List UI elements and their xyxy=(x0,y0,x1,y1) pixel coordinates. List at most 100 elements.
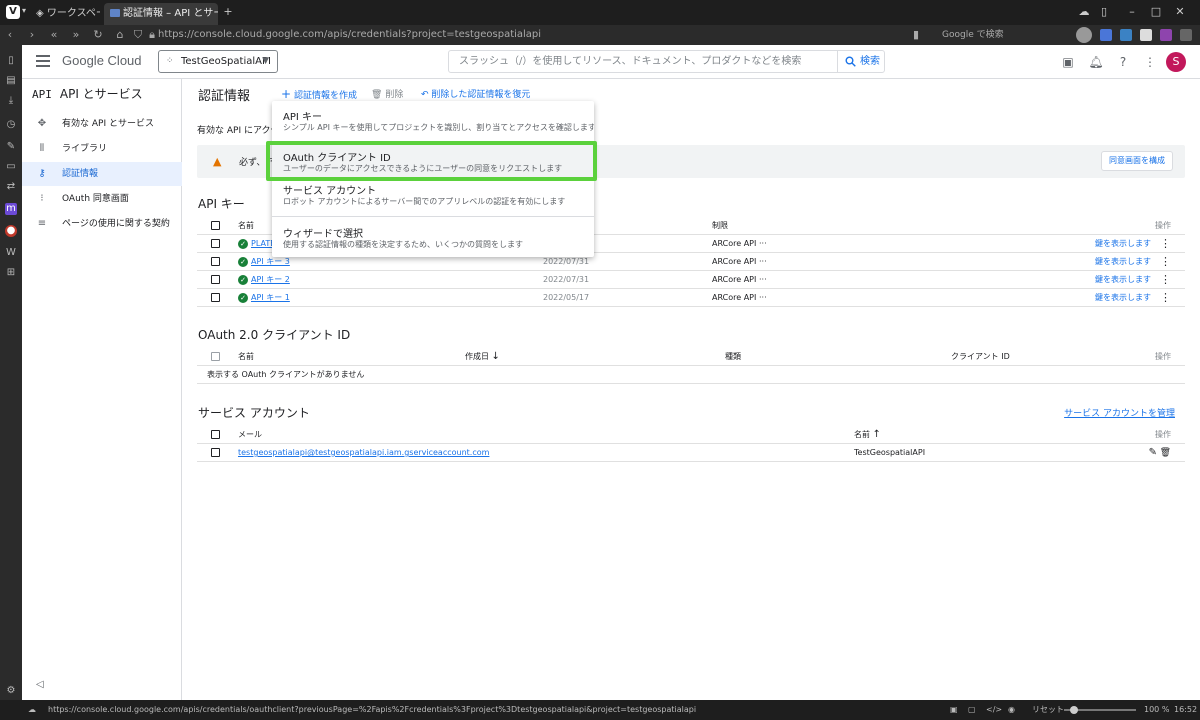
address-input[interactable]: https://console.cloud.google.com/apis/cr… xyxy=(158,28,541,42)
menu-caret-icon[interactable]: ▾ xyxy=(22,6,26,15)
delete-button[interactable]: 🗑︎ 削除 xyxy=(371,87,403,100)
tab-workspace[interactable]: ◈ ワークスペース ▾ xyxy=(36,3,100,25)
reload-icon[interactable]: ↻ xyxy=(90,27,106,43)
more-restrictions-icon[interactable]: ··· xyxy=(759,271,767,289)
home-icon[interactable]: ⌂ xyxy=(112,27,128,43)
zoom-reset[interactable]: リセット xyxy=(1032,700,1064,720)
show-key-link[interactable]: 鍵を表示します xyxy=(1095,289,1151,307)
notifications-bell-icon[interactable]: 🔔︎ xyxy=(1088,54,1104,70)
more-vert-icon[interactable]: ⋮ xyxy=(1142,54,1158,70)
api-key-name-link[interactable]: API キー 2 xyxy=(251,271,290,289)
sidenav-item-library[interactable]: ⦀ ライブラリ xyxy=(22,137,182,161)
capture-icon[interactable]: ◉ xyxy=(1008,700,1015,720)
project-picker-button[interactable]: ⁘ TestGeoSpatialAPI ▼ xyxy=(158,50,278,73)
console-search-input[interactable]: スラッシュ（/）を使用してリソース、ドキュメント、プロダクトなどを検索 xyxy=(448,50,838,73)
configure-consent-button[interactable]: 同意画面を構成 xyxy=(1101,151,1173,171)
extension-icon-1[interactable] xyxy=(1100,29,1112,41)
column-header-name[interactable]: 名前 ↑ xyxy=(854,426,881,444)
hamburger-menu-icon[interactable] xyxy=(36,55,50,69)
menu-item-service-account[interactable]: サービス アカウント ロボット アカウントによるサーバー間でのアプリレベルの認証… xyxy=(272,181,594,217)
vivaldi-social-icon[interactable]: ● xyxy=(5,225,17,237)
sidenav-item-enabled-apis[interactable]: ✥ 有効な API とサービス xyxy=(22,112,182,136)
forward-icon[interactable]: › xyxy=(24,27,40,43)
profile-icon[interactable] xyxy=(1076,27,1092,43)
wikipedia-icon[interactable]: W xyxy=(5,247,17,259)
select-all-checkbox[interactable] xyxy=(211,430,220,439)
sidenav-item-oauth-consent[interactable]: ⁝ OAuth 同意画面 xyxy=(22,187,182,211)
more-restrictions-icon[interactable]: ··· xyxy=(759,253,767,271)
vivaldi-menu-icon[interactable]: V xyxy=(6,5,20,19)
settings-gear-icon[interactable]: ⚙ xyxy=(5,685,17,697)
extension-icon-3[interactable] xyxy=(1140,29,1152,41)
account-avatar[interactable]: S xyxy=(1166,52,1186,72)
notes-icon[interactable]: ✎ xyxy=(5,141,17,153)
row-checkbox[interactable] xyxy=(211,448,220,457)
service-account-email-link[interactable]: testgeospatialapi@testgeospatialapi.iam.… xyxy=(238,444,489,462)
mastodon-icon[interactable]: m xyxy=(5,203,17,215)
google-cloud-logo[interactable]: Google Cloud xyxy=(62,53,142,68)
select-all-checkbox[interactable] xyxy=(211,352,220,361)
new-tab-icon[interactable]: + xyxy=(220,4,236,20)
sidenav-item-page-usage-agreements[interactable]: ≡ ページの使用に関する契約 xyxy=(22,212,182,236)
row-checkbox[interactable] xyxy=(211,257,220,266)
extension-icon-2[interactable] xyxy=(1120,29,1132,41)
manage-service-accounts-link[interactable]: サービス アカウントを管理 xyxy=(1064,406,1175,419)
downloads-icon[interactable]: ⤓ xyxy=(5,95,17,107)
show-key-link[interactable]: 鍵を表示します xyxy=(1095,253,1151,271)
zoom-level: 100 % xyxy=(1144,705,1170,714)
history-icon[interactable]: ◷ xyxy=(5,119,17,131)
bookmarks-panel-icon[interactable]: ▯ xyxy=(5,55,17,67)
close-window-icon[interactable]: ✕ xyxy=(1172,4,1188,20)
row-actions-icon[interactable]: ⋮ xyxy=(1160,235,1171,253)
web-search-field[interactable]: Google で検索 xyxy=(928,27,1066,43)
device-icon[interactable]: ▯ xyxy=(1096,4,1112,20)
edit-pencil-icon[interactable]: ✎ xyxy=(1149,444,1157,462)
delete-trash-icon[interactable]: 🗑︎ xyxy=(1160,444,1171,462)
consent-icon: ⁝ xyxy=(40,193,44,204)
collapse-sidenav-icon[interactable]: ◁ xyxy=(36,679,44,690)
row-actions-icon[interactable]: ⋮ xyxy=(1160,289,1171,307)
minimize-icon[interactable]: – xyxy=(1124,4,1140,20)
tab-credentials[interactable]: 認証情報 – API とサービス – Te xyxy=(104,3,218,25)
cloud-sync-icon[interactable]: ☁ xyxy=(1076,4,1092,20)
row-actions-icon[interactable]: ⋮ xyxy=(1160,271,1171,289)
fast-forward-icon[interactable]: » xyxy=(68,27,84,43)
column-header-actions: 操作 xyxy=(1155,221,1171,230)
add-panel-icon[interactable]: ⊞ xyxy=(5,267,17,279)
reading-list-icon[interactable]: ▤ xyxy=(5,75,17,87)
menu-item-api-key[interactable]: API キー シンプル API キーを使用してプロジェクトを識別し、割り当てとア… xyxy=(272,101,594,139)
row-checkbox[interactable] xyxy=(211,293,220,302)
column-header-client-id: クライアント ID xyxy=(951,352,1010,361)
extensions-menu-icon[interactable] xyxy=(1180,29,1192,41)
table-row: ✓ API キー 1 2022/05/17 ARCore API ··· 鍵を表… xyxy=(197,289,1185,307)
window-panel-icon[interactable]: ▭ xyxy=(5,161,17,173)
row-checkbox[interactable] xyxy=(211,239,220,248)
create-credentials-button[interactable]: + 認証情報を作成 xyxy=(281,87,357,101)
translate-icon[interactable]: ⇄ xyxy=(5,181,17,193)
more-restrictions-icon[interactable]: ··· xyxy=(759,235,767,253)
more-restrictions-icon[interactable]: ··· xyxy=(759,289,767,307)
sidenav-item-credentials[interactable]: ⚷ 認証情報 xyxy=(22,162,182,186)
show-key-link[interactable]: 鍵を表示します xyxy=(1095,235,1151,253)
row-checkbox[interactable] xyxy=(211,275,220,284)
back-icon[interactable]: ‹ xyxy=(2,27,18,43)
extension-icon-4[interactable] xyxy=(1160,29,1172,41)
cloud-shell-icon[interactable]: ▣ xyxy=(1060,54,1076,70)
rewind-icon[interactable]: « xyxy=(46,27,62,43)
menu-item-wizard[interactable]: ウィザードで選択 使用する認証情報の種類を決定するため、いくつかの質問をします xyxy=(272,219,594,257)
image-toggle-icon[interactable]: ▣ xyxy=(950,700,958,720)
tiling-icon[interactable]: ▢ xyxy=(968,700,976,720)
restore-deleted-button[interactable]: ↶ 削除した認証情報を復元 xyxy=(421,87,530,100)
maximize-icon[interactable]: □ xyxy=(1148,4,1164,20)
page-actions-icon[interactable]: </> xyxy=(986,700,1002,720)
help-icon[interactable]: ? xyxy=(1115,54,1131,70)
row-actions-icon[interactable]: ⋮ xyxy=(1160,253,1171,271)
select-all-checkbox[interactable] xyxy=(211,221,220,230)
api-key-name-link[interactable]: API キー 1 xyxy=(251,289,290,307)
search-button[interactable]: 検索 xyxy=(837,50,885,73)
show-key-link[interactable]: 鍵を表示します xyxy=(1095,271,1151,289)
bookmark-icon[interactable]: ▮ xyxy=(908,27,924,43)
zoom-slider-handle[interactable] xyxy=(1070,706,1078,714)
column-header-created[interactable]: 作成日 ↓ xyxy=(465,348,500,366)
sort-up-icon: ↑ xyxy=(872,429,881,440)
